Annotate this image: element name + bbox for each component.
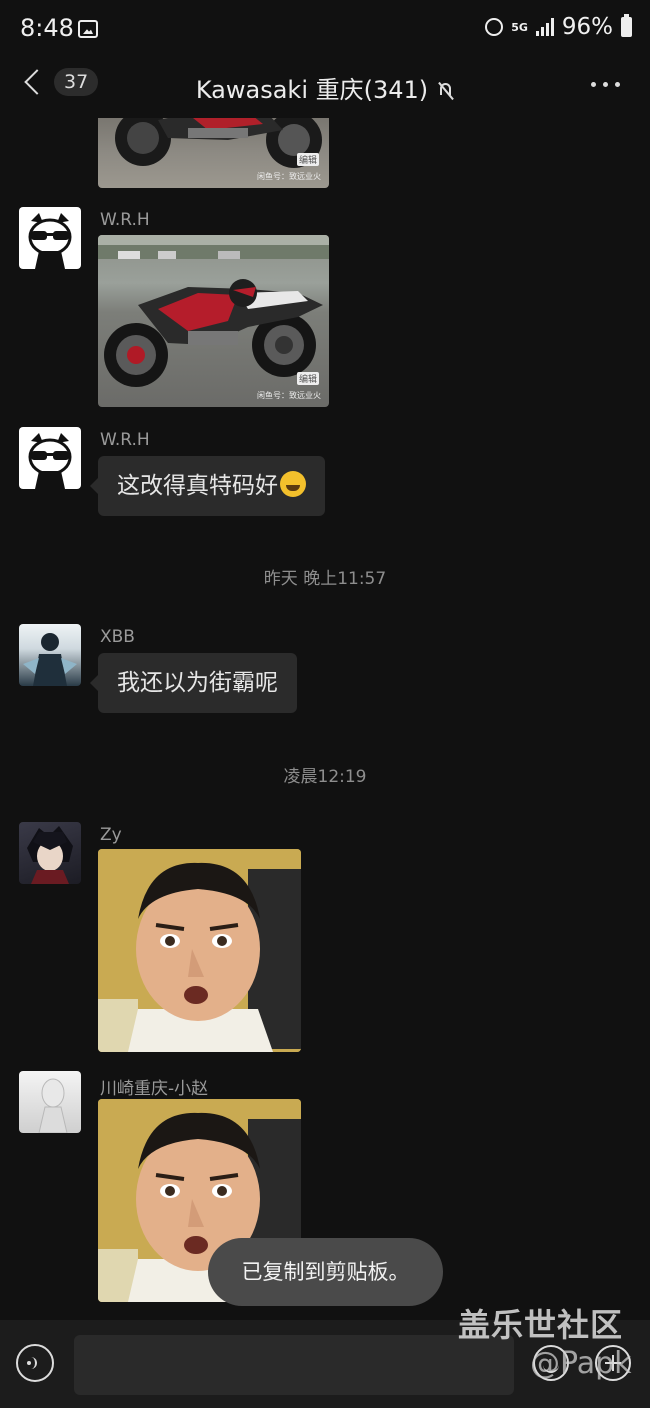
- status-indicators: 5G 96%: [485, 14, 632, 40]
- avatar[interactable]: [19, 624, 81, 686]
- sender-name: W.R.H: [100, 210, 150, 230]
- image-caption: 闲鱼号：致远业火: [257, 172, 321, 181]
- mannequin-icon: [38, 1078, 68, 1133]
- message-bubble[interactable]: 这改得真特码好: [90, 456, 325, 516]
- chevron-left-icon: [24, 69, 50, 95]
- image-caption: 闲鱼号：致远业火: [257, 391, 321, 400]
- emoji-button[interactable]: [533, 1345, 569, 1381]
- message-bubble[interactable]: 我还以为街霸呢: [90, 653, 297, 713]
- status-bar: 8:48 5G 96%: [0, 0, 650, 60]
- message-timestamp: 凌晨12:19: [283, 767, 367, 787]
- message-timestamp: 昨天 晚上11:57: [263, 569, 387, 589]
- anime-character-icon: [23, 633, 77, 686]
- image-edit-tag: 编辑: [296, 153, 319, 166]
- image-message[interactable]: 编辑 闲鱼号：致远业火: [98, 235, 329, 407]
- network-type: 5G: [511, 20, 528, 34]
- chat-header: 37 Kawasaki 重庆(341): [0, 60, 650, 110]
- avatar[interactable]: [19, 207, 81, 269]
- message-text: 这改得真特码好: [117, 473, 278, 499]
- meme-face: [98, 849, 301, 1052]
- laughing-emoji-icon: [280, 471, 306, 497]
- back-button[interactable]: 37: [22, 68, 99, 96]
- unread-count-badge: 37: [54, 68, 99, 96]
- message-text: 我还以为街霸呢: [117, 670, 278, 696]
- battery-percent: 96%: [561, 14, 613, 40]
- message-list[interactable]: 编辑 闲鱼号：致远业火 W.R.H 编辑 闲鱼号：致远业火 W.R.H 这改得真…: [0, 118, 650, 1320]
- mute-bell-icon: [438, 82, 454, 100]
- more-actions-button[interactable]: [595, 1345, 631, 1381]
- input-bar: [0, 1320, 650, 1408]
- sender-name: 川崎重庆-小赵: [100, 1079, 209, 1099]
- image-message[interactable]: 编辑 闲鱼号：致远业火: [98, 118, 329, 188]
- copied-toast: 已复制到剪贴板。: [208, 1238, 443, 1306]
- image-message[interactable]: [98, 849, 301, 1052]
- voice-input-button[interactable]: [16, 1344, 54, 1382]
- avatar[interactable]: [19, 427, 81, 489]
- more-options-button[interactable]: [591, 82, 620, 87]
- sender-name: W.R.H: [100, 430, 150, 450]
- alarm-icon: [485, 18, 504, 36]
- avatar[interactable]: [19, 1071, 81, 1133]
- anime-character-icon: [27, 826, 73, 884]
- sender-name: Zy: [100, 825, 122, 845]
- bear-sunglasses-icon: [28, 433, 72, 489]
- group-name: Kawasaki 重庆(341): [195, 76, 429, 104]
- sender-name: XBB: [100, 627, 135, 647]
- battery-icon: [621, 14, 632, 37]
- signal-icon: [535, 18, 554, 36]
- avatar[interactable]: [19, 822, 81, 884]
- gallery-icon: [78, 20, 98, 38]
- message-input[interactable]: [74, 1335, 514, 1395]
- image-edit-tag: 编辑: [296, 372, 319, 385]
- status-time: 8:48: [20, 14, 74, 42]
- motorcycle-photo: [98, 235, 329, 387]
- bear-sunglasses-icon: [28, 213, 72, 269]
